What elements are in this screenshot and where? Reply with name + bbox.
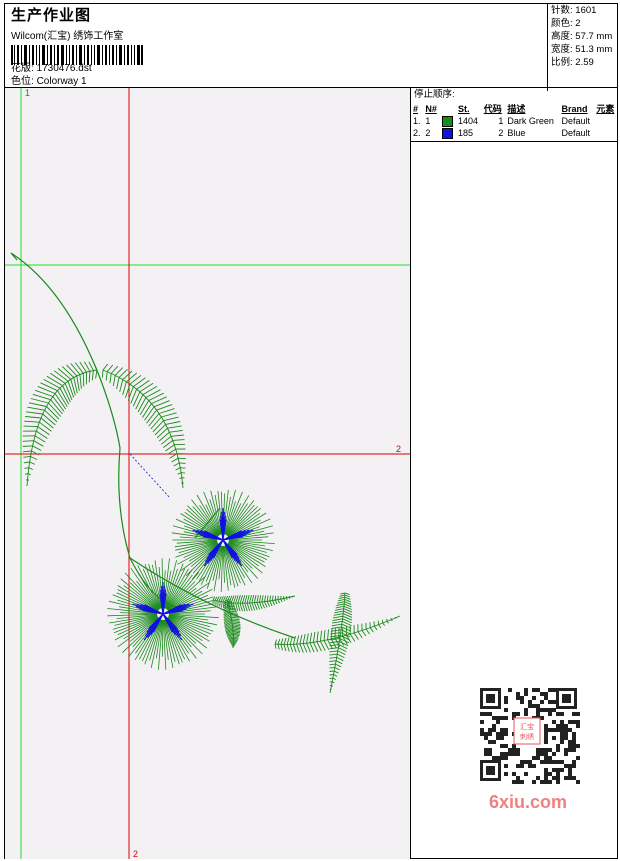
production-worksheet: 生产作业图 Wilcom(汇宝) 绣饰工作室 花版: 1730476.dst 色…	[4, 3, 618, 859]
stop-sequence-table: # N# St. 代码 描述 Brand 元素 1. 1 1404 1 Dark…	[411, 102, 618, 140]
colorway-name: Colorway 1	[36, 76, 87, 87]
company-name: Wilcom(汇宝) 绣饰工作室	[11, 31, 124, 42]
colors-row: 颜色: 2	[551, 18, 581, 29]
embroidery-preview: 1 2 2	[5, 88, 410, 859]
color-swatch	[441, 116, 453, 128]
color-swatch	[441, 128, 453, 140]
table-row: 1. 1 1404 1 Dark Green Default	[413, 116, 591, 128]
badge-text: 汇宝	[520, 722, 534, 731]
width-row: 宽度: 51.3 mm	[551, 44, 613, 55]
guide-label-bottom: 2	[133, 849, 138, 859]
stop-header-row: # N# St. 代码 描述 Brand 元素	[413, 103, 615, 115]
stitches-row: 针数: 1601	[551, 5, 597, 16]
info-panel: 针数: 1601 颜色: 2 高度: 57.7 mm 宽度: 51.3 mm 比…	[547, 4, 619, 91]
guide-label-right: 2	[396, 444, 401, 454]
design-canvas: 1 2 2	[5, 88, 411, 859]
qr-code-icon: 汇宝 刺绣 6xiu.com	[472, 682, 584, 812]
stop-divider	[411, 141, 618, 143]
watermark-text: 6xiu.com	[489, 792, 567, 812]
header-block: 生产作业图 Wilcom(汇宝) 绣饰工作室	[11, 8, 143, 70]
table-row: 2. 2 185 2 Blue Default	[413, 128, 591, 140]
design-file: 1730476.dst	[36, 63, 92, 74]
watermark-logo: 汇宝 刺绣 6xiu.com	[472, 682, 584, 812]
stop-sequence-heading: 停止顺序:	[414, 89, 455, 100]
jump-stitch	[129, 453, 171, 499]
height-row: 高度: 57.7 mm	[551, 31, 613, 42]
svg-text:刺绣: 刺绣	[520, 732, 534, 741]
guide-label-top: 1	[25, 88, 30, 98]
design-line: 花版: 1730476.dst	[11, 63, 92, 74]
ratio-row: 比例: 2.59	[551, 57, 594, 68]
page-title: 生产作业图	[11, 7, 92, 24]
green-flowers	[107, 489, 275, 670]
stop-sequence-panel: 停止顺序: # N# St. 代码 描述 Brand 元素 1. 1 1404 …	[411, 88, 618, 143]
